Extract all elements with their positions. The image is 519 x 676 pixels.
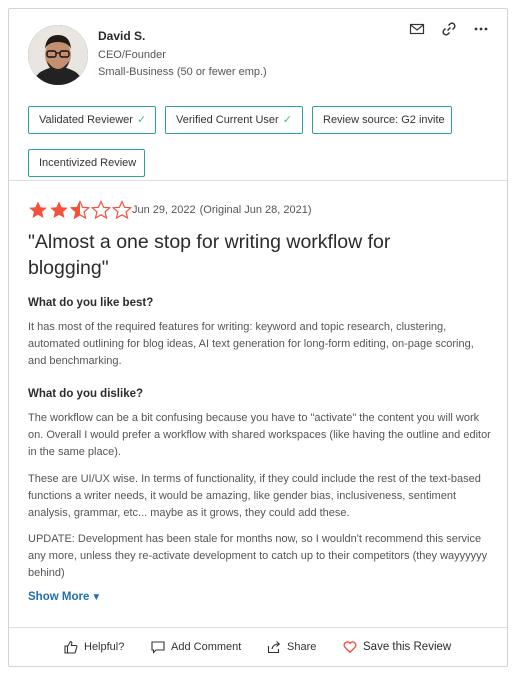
show-more-link[interactable]: Show More ▼ — [28, 591, 101, 603]
avatar — [28, 25, 88, 85]
check-icon: ✓ — [282, 114, 292, 126]
dislike-question: What do you dislike? — [28, 388, 144, 400]
heart-icon — [343, 641, 357, 654]
chevron-down-icon: ▼ — [91, 592, 102, 603]
badge-label: Incentivized Review — [39, 157, 137, 169]
thumbs-up-icon — [64, 640, 78, 654]
add-comment-label: Add Comment — [171, 641, 242, 653]
star-rating — [28, 200, 132, 220]
like-answer: It has most of the required features for… — [28, 321, 474, 367]
header-actions — [409, 21, 489, 37]
helpful-button[interactable]: Helpful? — [64, 640, 124, 654]
dislike-answer-2: These are UI/UX wise. In terms of functi… — [28, 473, 481, 519]
share-icon — [267, 641, 281, 654]
more-icon[interactable] — [473, 21, 489, 37]
review-actions: Helpful? Add Comment Share Save this Rev… — [9, 628, 507, 668]
link-icon[interactable] — [441, 21, 457, 37]
badge-label: Review source: G2 invite — [323, 114, 445, 126]
mail-icon[interactable] — [409, 21, 425, 37]
reviewer-name[interactable]: David S. — [98, 29, 145, 43]
star-full-icon — [50, 201, 68, 218]
dislike-answer-1: The workflow can be a bit confusing beca… — [28, 412, 491, 458]
review-date: Jun 29, 2022 (Original Jun 28, 2021) — [132, 204, 312, 216]
share-button[interactable]: Share — [267, 640, 316, 654]
badge-validated-reviewer: Validated Reviewer ✓ — [28, 106, 156, 134]
reviewer-role: CEO/Founder — [98, 49, 166, 61]
badge-verified-current-user: Verified Current User ✓ — [165, 106, 303, 134]
review-title[interactable]: "Almost a one stop for writing workflow … — [28, 229, 468, 281]
like-question: What do you like best? — [28, 297, 154, 309]
reviewer-header: David S. CEO/Founder Small-Business (50 … — [9, 9, 507, 180]
star-half-icon — [70, 200, 90, 220]
star-empty-icon — [91, 200, 111, 220]
check-icon: ✓ — [136, 114, 147, 126]
star-empty-icon — [112, 200, 132, 220]
badge-incentivized-review: Incentivized Review — [28, 149, 145, 177]
save-review-label: Save this Review — [363, 641, 452, 653]
add-comment-button[interactable]: Add Comment — [151, 640, 241, 654]
review-card: David S. CEO/Founder Small-Business (50 … — [8, 8, 508, 667]
dislike-answer-3: UPDATE: Development has been stale for m… — [28, 533, 488, 579]
save-review-button[interactable]: Save this Review — [343, 640, 451, 654]
star-full-icon — [29, 201, 47, 218]
comment-icon — [151, 641, 165, 654]
original-date: (Original Jun 28, 2021) — [199, 204, 312, 216]
show-more-label: Show More — [28, 591, 90, 603]
badge-label: Verified Current User — [176, 114, 279, 126]
reviewer-segment: Small-Business (50 or fewer emp.) — [98, 66, 267, 78]
badge-label: Validated Reviewer — [39, 114, 133, 126]
header-divider — [9, 180, 507, 181]
share-label: Share — [287, 641, 317, 653]
posted-date: Jun 29, 2022 — [132, 204, 196, 216]
helpful-label: Helpful? — [84, 641, 125, 653]
badge-review-source: Review source: G2 invite — [312, 106, 452, 134]
